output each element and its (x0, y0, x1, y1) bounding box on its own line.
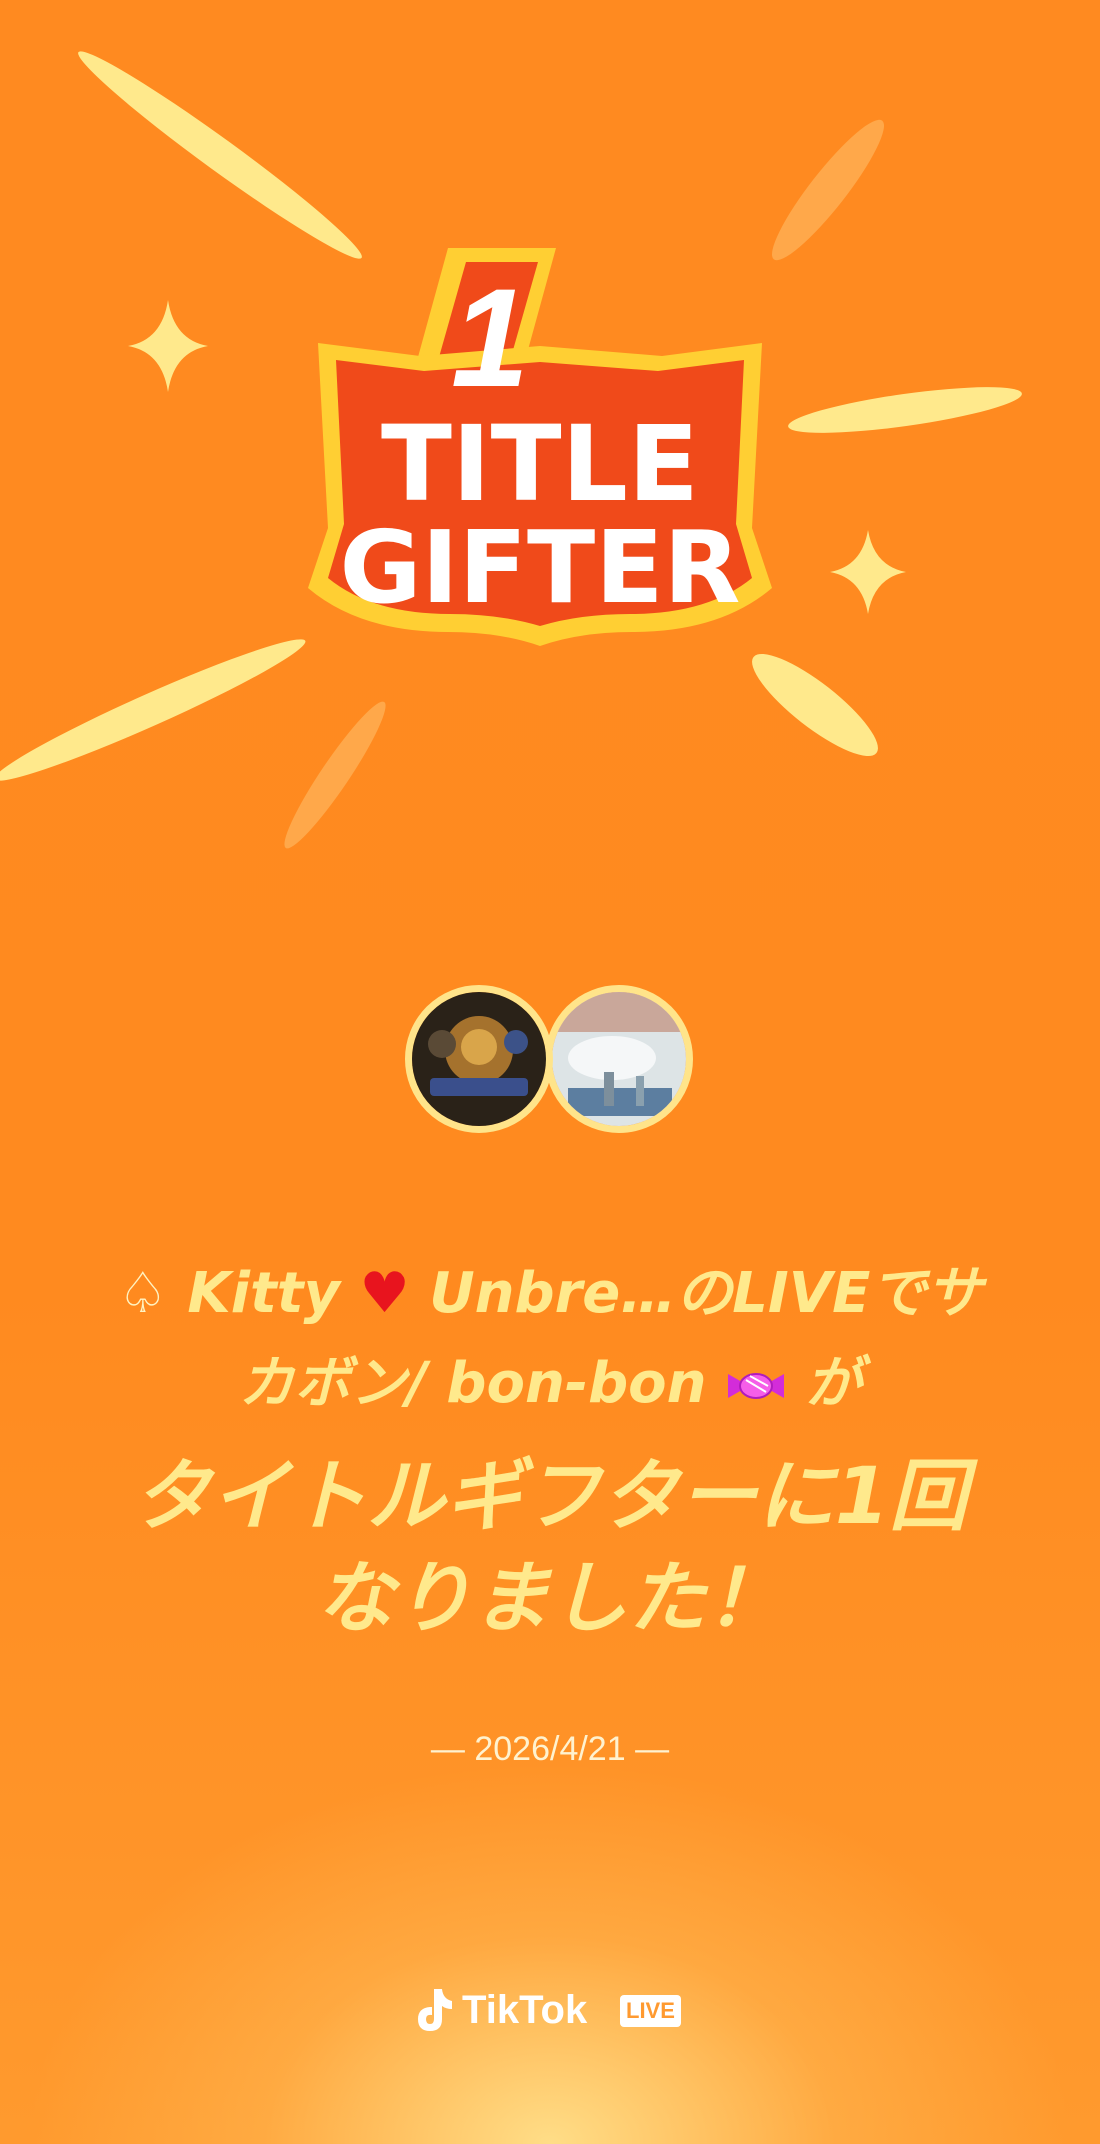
tiktok-note-icon (418, 1989, 452, 2031)
candy-icon (726, 1351, 806, 1416)
gifter-name: カボン/ bon-bon (238, 1351, 707, 1416)
message-line-1: ♤ Kitty ♥ Unbre…のLIVEでサ (70, 1258, 1030, 1330)
brand-name: TikTok (462, 1988, 588, 2032)
heart-icon: ♥ (359, 1261, 410, 1326)
message-line-2: カボン/ bon-bon が (70, 1348, 1030, 1420)
message-suffix: が (805, 1351, 862, 1416)
tiktok-live-logo: TikTok LIVE (412, 1985, 702, 2035)
host-name-part: Kitty (187, 1261, 340, 1326)
achievement-date: — 2026/4/21 — (430, 1730, 670, 1768)
title-gifter-badge: 1 TITLE GIFTER (300, 228, 780, 668)
host-avatar[interactable] (405, 985, 553, 1133)
logo-gifter-line: GIFTER (339, 509, 740, 626)
host-name-rest: Unbre…のLIVEでサ (429, 1261, 983, 1326)
achievement-title: タイトルギフターに1回 (132, 1452, 968, 1542)
avatar-group (405, 985, 695, 1145)
logo-title-line: TITLE (381, 403, 699, 525)
spade-icon: ♤ (117, 1261, 168, 1326)
achievement-title-cont: なりました！ (315, 1554, 784, 1644)
gifter-avatar[interactable] (545, 985, 693, 1133)
live-badge: LIVE (620, 1995, 681, 2027)
logo-number-text: 1 (451, 259, 529, 416)
